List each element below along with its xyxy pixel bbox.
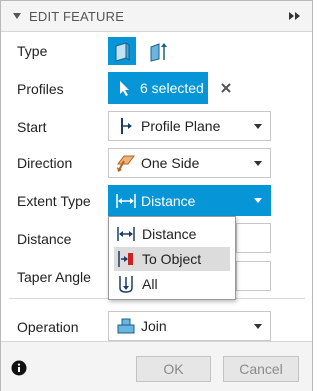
operation-label: Operation [17, 319, 79, 335]
extent-type-value: Distance [141, 192, 196, 209]
distance-label: Distance [17, 231, 72, 247]
direction-value: One Side [141, 155, 200, 171]
taper-angle-input[interactable] [236, 261, 271, 291]
cursor-icon [120, 81, 129, 96]
direction-icon [115, 152, 137, 174]
start-label: Start [17, 119, 47, 135]
start-plane-icon [115, 115, 137, 137]
thin-extrude-button[interactable] [144, 37, 172, 65]
edit-feature-panel: EDIT FEATURE Type Profiles 6 selected St… [0, 0, 313, 391]
chevron-down-icon [254, 124, 262, 129]
menu-item-label: Distance [142, 226, 197, 242]
thin-extrude-icon [150, 43, 167, 62]
info-icon[interactable] [11, 360, 27, 376]
menu-item-distance[interactable]: Distance [114, 222, 230, 246]
start-value: Profile Plane [141, 118, 221, 134]
chevron-down-icon [254, 324, 262, 329]
profiles-selection-button[interactable]: 6 selected [108, 72, 208, 104]
panel-title-bar[interactable]: EDIT FEATURE [1, 1, 312, 32]
direction-label: Direction [17, 155, 73, 171]
menu-item-label: To Object [142, 251, 202, 267]
menu-item-to-object[interactable]: To Object [114, 247, 230, 271]
profiles-label: Profiles [17, 81, 64, 97]
start-dropdown[interactable]: Profile Plane [108, 111, 271, 141]
distance-icon [115, 190, 137, 212]
collapse-triangle-icon[interactable] [11, 10, 23, 22]
operation-value: Join [141, 318, 167, 334]
chevron-down-icon [254, 161, 262, 166]
operation-dropdown[interactable]: Join [108, 311, 271, 341]
distance-input[interactable] [236, 223, 271, 253]
join-icon [115, 315, 137, 337]
solid-extrude-icon [115, 42, 130, 62]
solid-extrude-button[interactable] [108, 37, 136, 65]
extent-type-label: Extent Type [17, 193, 91, 209]
type-label: Type [17, 43, 48, 59]
extent-type-menu: Distance To Object All [108, 216, 236, 300]
chevron-down-icon [254, 198, 262, 203]
ok-button[interactable]: OK [136, 356, 211, 382]
menu-item-label: All [142, 276, 158, 292]
cancel-button[interactable]: Cancel [223, 356, 299, 382]
taper-angle-label: Taper Angle [17, 269, 91, 285]
close-icon[interactable] [219, 81, 233, 95]
profiles-selection-text: 6 selected [140, 80, 204, 96]
expand-arrows-icon[interactable] [288, 10, 302, 22]
to-object-icon [116, 249, 136, 269]
panel-footer: OK Cancel [1, 341, 312, 391]
all-icon [116, 274, 136, 294]
menu-item-all[interactable]: All [114, 272, 230, 296]
distance-icon [116, 224, 136, 244]
direction-dropdown[interactable]: One Side [108, 148, 271, 178]
extent-type-dropdown[interactable]: Distance [108, 185, 271, 216]
panel-title: EDIT FEATURE [29, 8, 125, 24]
